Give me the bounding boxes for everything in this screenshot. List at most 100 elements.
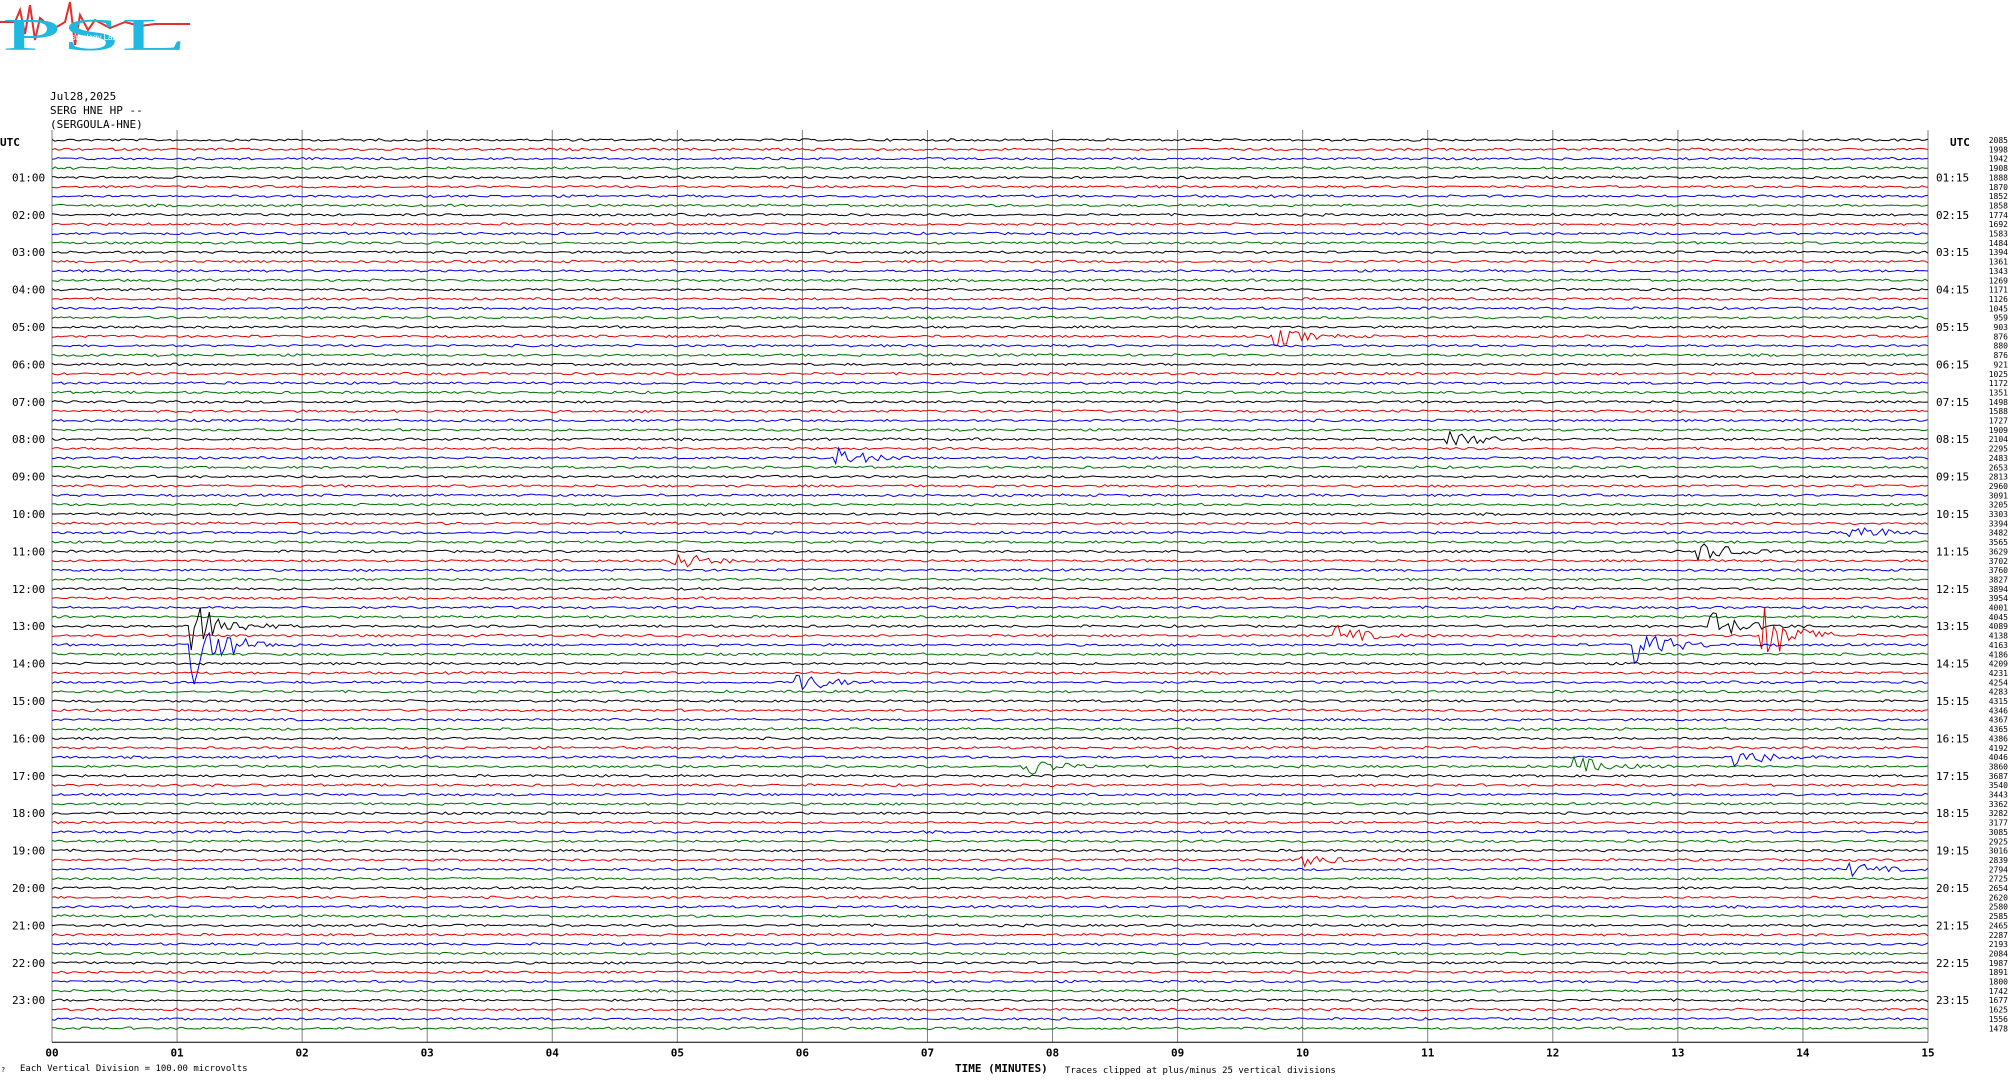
right-count-label: 2085 <box>1989 136 2008 145</box>
trace-line <box>51 184 1929 189</box>
left-time-label: 06:00 <box>12 358 45 371</box>
right-count-label: 1774 <box>1989 211 2008 220</box>
trace-line <box>51 553 1929 568</box>
left-time-labels: 01:00 02:00 03:00 04:00 05:00 06:00 07:00 08:00… <box>12 171 45 1007</box>
right-count-label: 1172 <box>1989 379 2008 388</box>
trace-line <box>51 306 1929 311</box>
right-count-label: 1484 <box>1989 239 2008 248</box>
trace-line <box>51 773 1929 778</box>
right-count-label: 1588 <box>1989 407 2008 416</box>
trace-line <box>51 147 1929 152</box>
right-count-label: 2483 <box>1989 454 2008 463</box>
right-count-label: 1625 <box>1989 1006 2008 1015</box>
right-count-label: 2620 <box>1989 893 2008 902</box>
right-count-label: 1998 <box>1989 145 2008 154</box>
left-time-label: 23:00 <box>12 994 45 1007</box>
footer-clip-note: Traces clipped at plus/minus 25 vertical… <box>1065 1066 1336 1076</box>
right-count-label: 3894 <box>1989 585 2008 594</box>
right-count-label: 3687 <box>1989 772 2008 781</box>
left-axis-utc-label: UTC <box>0 136 20 149</box>
trace-line <box>51 362 1929 367</box>
x-tick-label: 13 <box>1671 1046 1684 1059</box>
right-count-label: 4367 <box>1989 716 2008 725</box>
right-count-label: 1478 <box>1989 1024 2008 1033</box>
trace-line <box>51 745 1928 750</box>
right-time-label: 20:15 <box>1936 882 1969 895</box>
trace-line <box>51 886 1929 890</box>
trace-line <box>51 521 1929 526</box>
trace-line <box>51 895 1929 900</box>
trace-line <box>51 699 1929 703</box>
right-count-label: 3205 <box>1989 501 2008 510</box>
right-count-label: 1727 <box>1989 417 2008 426</box>
right-count-label: 3860 <box>1989 762 2008 771</box>
left-time-label: 03:00 <box>12 246 45 259</box>
x-tick-labels: 00 01 02 03 04 05 06 07 08 09 10 11 12 13 14 15 <box>45 1046 1934 1059</box>
right-time-label: 15:15 <box>1936 695 1969 708</box>
right-count-label: 1870 <box>1989 183 2008 192</box>
trace-line <box>51 960 1929 965</box>
x-tick-label: 05 <box>671 1046 684 1059</box>
trace-line <box>51 287 1929 292</box>
right-count-label: 2193 <box>1989 940 2008 949</box>
trace-line <box>51 446 1929 451</box>
right-count-label: 4045 <box>1989 613 2008 622</box>
trace-line <box>52 269 1929 273</box>
trace-line <box>51 596 1929 601</box>
trace-line <box>51 166 1928 170</box>
right-time-label: 16:15 <box>1936 732 1969 745</box>
right-count-label: 3362 <box>1989 800 2008 809</box>
trace-line <box>51 222 1929 227</box>
right-count-label: 3565 <box>1989 538 2008 547</box>
trace-line <box>51 540 1929 544</box>
right-count-label: 1909 <box>1989 426 2008 435</box>
right-count-label: 4089 <box>1989 622 2008 631</box>
right-count-label: 1171 <box>1989 286 2008 295</box>
right-count-label: 903 <box>1994 323 2009 332</box>
right-count-label: 4138 <box>1989 632 2008 641</box>
trace-line <box>51 855 1929 868</box>
trace-line <box>51 942 1929 946</box>
right-count-label: 3827 <box>1989 575 2008 584</box>
left-time-label: 04:00 <box>12 284 45 297</box>
right-count-label: 3177 <box>1989 819 2008 828</box>
right-count-label: 1800 <box>1989 978 2008 987</box>
right-time-label: 05:15 <box>1936 321 1969 334</box>
trace-line <box>51 674 1929 691</box>
trace-line <box>51 325 1929 329</box>
trace-line <box>51 429 1929 446</box>
trace-line <box>51 353 1929 358</box>
trace-line <box>51 399 1929 404</box>
right-count-label: 2725 <box>1989 875 2008 884</box>
right-time-label: 12:15 <box>1936 583 1969 596</box>
trace-line <box>51 605 1929 610</box>
trace-line <box>51 278 1929 283</box>
trace-line <box>51 811 1929 816</box>
right-count-label: 1677 <box>1989 996 2008 1005</box>
trace-line <box>51 652 1929 657</box>
left-time-label: 21:00 <box>12 919 45 932</box>
right-time-label: 01:15 <box>1936 171 1969 184</box>
x-tick-label: 14 <box>1796 1046 1810 1059</box>
trace-line <box>51 717 1929 722</box>
right-count-label: 3702 <box>1989 557 2008 566</box>
trace-line <box>51 315 1929 320</box>
left-time-label: 08:00 <box>12 433 45 446</box>
trace-line <box>51 914 1929 918</box>
right-count-label: 2925 <box>1989 837 2008 846</box>
trace-line <box>51 427 1929 432</box>
trace-line <box>51 689 1929 694</box>
left-time-label: 09:00 <box>12 471 45 484</box>
right-count-label: 2580 <box>1989 903 2008 912</box>
x-tick-label: 15 <box>1921 1046 1934 1059</box>
seismic-traces <box>51 138 1929 1031</box>
right-count-label: 4254 <box>1989 678 2008 687</box>
trace-line <box>51 330 1929 347</box>
left-time-label: 01:00 <box>12 171 45 184</box>
right-count-label: 1987 <box>1989 959 2008 968</box>
psl-logo: PSL Seismology Lab <box>0 1 190 60</box>
right-count-label: 1351 <box>1989 388 2008 397</box>
trace-line <box>51 543 1929 562</box>
trace-line <box>51 783 1929 788</box>
right-count-label: 4186 <box>1989 650 2008 659</box>
